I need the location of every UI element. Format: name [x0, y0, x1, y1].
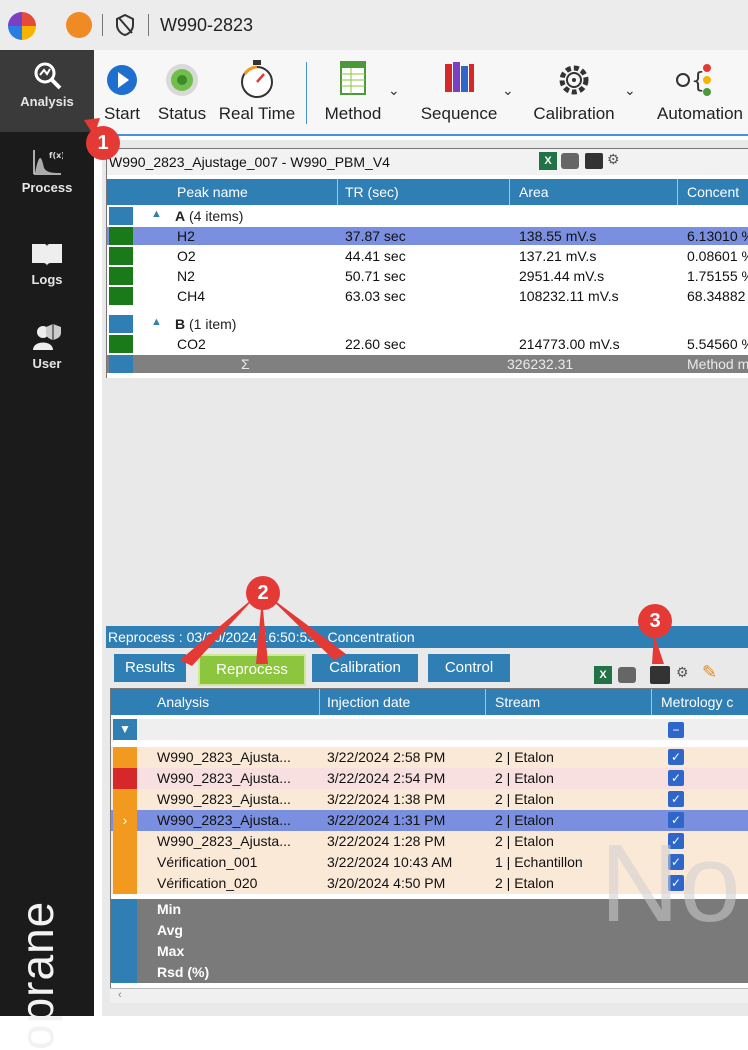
- callout-3: 3: [638, 604, 672, 638]
- callout-arrow: [652, 634, 664, 664]
- callout-1: 1: [86, 126, 120, 160]
- callout-arrow: [180, 594, 258, 666]
- callout-arrow: [266, 594, 346, 660]
- callout-2: 2: [246, 576, 280, 610]
